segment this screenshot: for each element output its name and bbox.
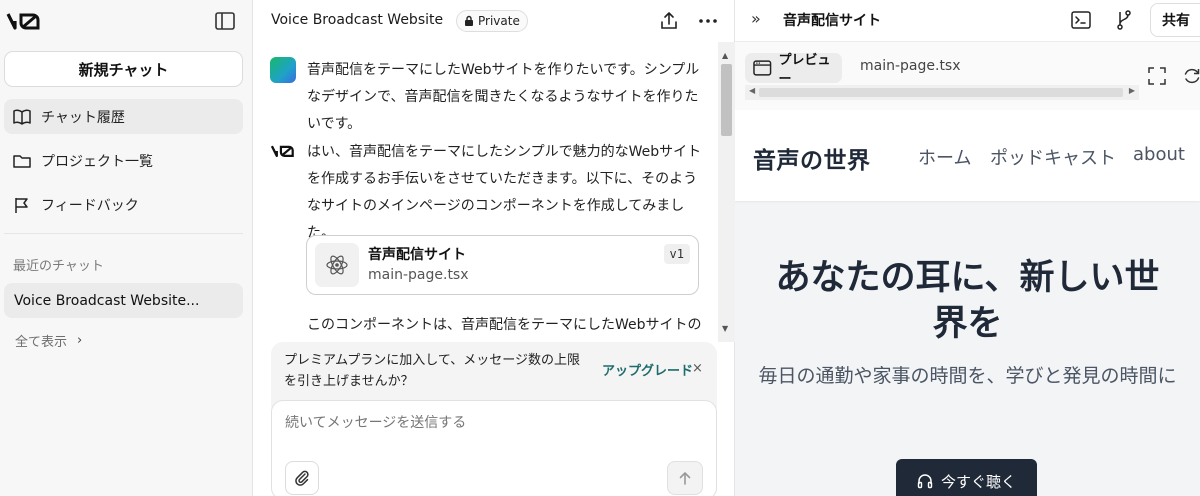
message-list: 音声配信をテーマにしたWebサイトを作りたいです。シンプルなデザインで、音声配信… — [253, 42, 718, 342]
hero-subtitle: 毎日の通勤や家事の時間を、学びと発見の時間に — [758, 365, 1177, 387]
code-artifact-card[interactable]: 音声配信サイト main-page.tsx v1 — [306, 235, 699, 295]
sidebar: 新規チャット チャット履歴 プロジェクト一覧 フィードバック 最近のチャット V… — [0, 0, 253, 496]
upgrade-banner: プレミアムプランに加入して、メッセージ数の上限を引き上げませんか？ アップグレー… — [271, 342, 717, 408]
sidebar-item-projects[interactable]: プロジェクト一覧 — [4, 143, 243, 178]
chat-header: Voice Broadcast Website Private — [253, 0, 735, 42]
tabs-scrollbar[interactable]: ◀ ▶ — [745, 85, 1139, 100]
git-branch-icon[interactable] — [1113, 9, 1135, 31]
v0-logo-icon[interactable] — [6, 8, 42, 34]
terminal-icon[interactable] — [1070, 9, 1092, 31]
tab-code[interactable]: main-page.tsx — [860, 58, 961, 74]
close-icon[interactable]: × — [692, 361, 703, 376]
message-composer — [271, 400, 717, 496]
user-avatar — [270, 57, 296, 83]
send-button[interactable] — [667, 461, 703, 495]
preview-panel: » 音声配信サイト 共有 プレビュー main-page.tsx ◀ ▶ 音声の… — [735, 0, 1200, 496]
message-input[interactable] — [285, 415, 685, 431]
chat-title[interactable]: Voice Broadcast Website — [271, 12, 443, 28]
sidebar-item-label: チャット履歴 — [41, 109, 125, 126]
sidebar-toggle-icon[interactable] — [213, 10, 237, 32]
user-message: 音声配信をテーマにしたWebサイトを作りたいです。シンプルなデザインで、音声配信… — [307, 62, 700, 132]
recent-chat-item[interactable]: Voice Broadcast Website... — [4, 283, 243, 318]
tabs-scroll-thumb[interactable] — [759, 88, 1123, 97]
tab-preview[interactable]: プレビュー — [745, 53, 842, 87]
fullscreen-icon[interactable] — [1148, 67, 1166, 85]
scroll-up-icon[interactable]: ▲ — [722, 51, 728, 60]
site-preview: 音声の世界 ホーム ポッドキャスト about あなたの耳に、新しい世界を 毎日… — [735, 110, 1200, 496]
assistant-message: はい、音声配信をテーマにしたシンプルで魅力的なWebサイトを作成するお手伝いをさ… — [307, 144, 702, 241]
sidebar-item-feedback[interactable]: フィードバック — [4, 187, 243, 222]
chat-panel: Voice Broadcast Website Private 音声配信をテーマ… — [253, 0, 735, 496]
sidebar-item-chat-history[interactable]: チャット履歴 — [4, 99, 243, 134]
arrow-up-icon — [679, 472, 691, 485]
chat-scrollbar[interactable]: ▲ ▼ — [718, 42, 735, 342]
sidebar-item-label: プロジェクト一覧 — [41, 153, 153, 170]
listen-now-button[interactable]: 今すぐ聴く — [896, 459, 1037, 496]
site-nav-podcast[interactable]: ポッドキャスト — [990, 144, 1116, 170]
v0-avatar-icon — [270, 145, 294, 158]
more-options-icon[interactable] — [697, 10, 719, 32]
artifact-title: 音声配信サイト — [368, 247, 466, 263]
visibility-label: Private — [478, 14, 520, 28]
scroll-left-icon[interactable]: ◀ — [749, 86, 755, 95]
scroll-down-icon[interactable]: ▼ — [722, 324, 728, 333]
site-navbar: 音声の世界 ホーム ポッドキャスト about — [735, 110, 1200, 201]
scroll-thumb[interactable] — [721, 64, 732, 136]
sidebar-item-label: フィードバック — [41, 197, 139, 214]
upgrade-link[interactable]: アップグレード — [602, 360, 693, 379]
assistant-message-continued: このコンポーネントは、音声配信をテーマにしたWebサイトのメイン — [307, 317, 702, 333]
recent-chats-heading: 最近のチャット — [13, 259, 104, 274]
site-nav-home[interactable]: ホーム — [918, 144, 971, 170]
artifact-filename: main-page.tsx — [368, 267, 469, 283]
paperclip-icon — [295, 470, 309, 486]
flag-icon — [12, 195, 32, 215]
chevrons-right-icon[interactable]: » — [751, 9, 761, 28]
folder-icon — [12, 151, 32, 171]
sidebar-divider — [4, 233, 243, 234]
share-icon[interactable] — [658, 10, 680, 32]
attach-button[interactable] — [285, 461, 319, 495]
preview-title: 音声配信サイト — [783, 13, 881, 29]
hero-title: あなたの耳に、新しい世界を — [775, 258, 1160, 344]
show-all-label: 全て表示 — [15, 335, 68, 350]
share-button[interactable]: 共有 — [1150, 3, 1200, 37]
scroll-right-icon[interactable]: ▶ — [1129, 86, 1135, 95]
show-all-link[interactable]: 全て表示 › — [15, 331, 82, 350]
new-chat-button[interactable]: 新規チャット — [4, 51, 243, 87]
preview-header: » 音声配信サイト 共有 — [735, 0, 1200, 42]
book-icon — [12, 107, 32, 127]
tab-preview-label: プレビュー — [778, 53, 831, 87]
version-badge: v1 — [663, 244, 690, 264]
react-icon — [315, 243, 359, 287]
chevron-right-icon: › — [77, 333, 83, 348]
upgrade-message: プレミアムプランに加入して、メッセージ数の上限を引き上げませんか？ — [284, 353, 581, 389]
lock-icon — [465, 15, 473, 26]
preview-tabs: プレビュー main-page.tsx ◀ ▶ — [735, 43, 1200, 109]
browser-window-icon — [753, 60, 772, 76]
headphones-icon — [917, 474, 933, 489]
visibility-badge[interactable]: Private — [456, 10, 528, 32]
refresh-icon[interactable] — [1182, 66, 1200, 86]
listen-now-label: 今すぐ聴く — [940, 472, 1016, 491]
site-nav-about[interactable]: about — [1133, 144, 1185, 165]
site-brand[interactable]: 音声の世界 — [753, 141, 871, 175]
